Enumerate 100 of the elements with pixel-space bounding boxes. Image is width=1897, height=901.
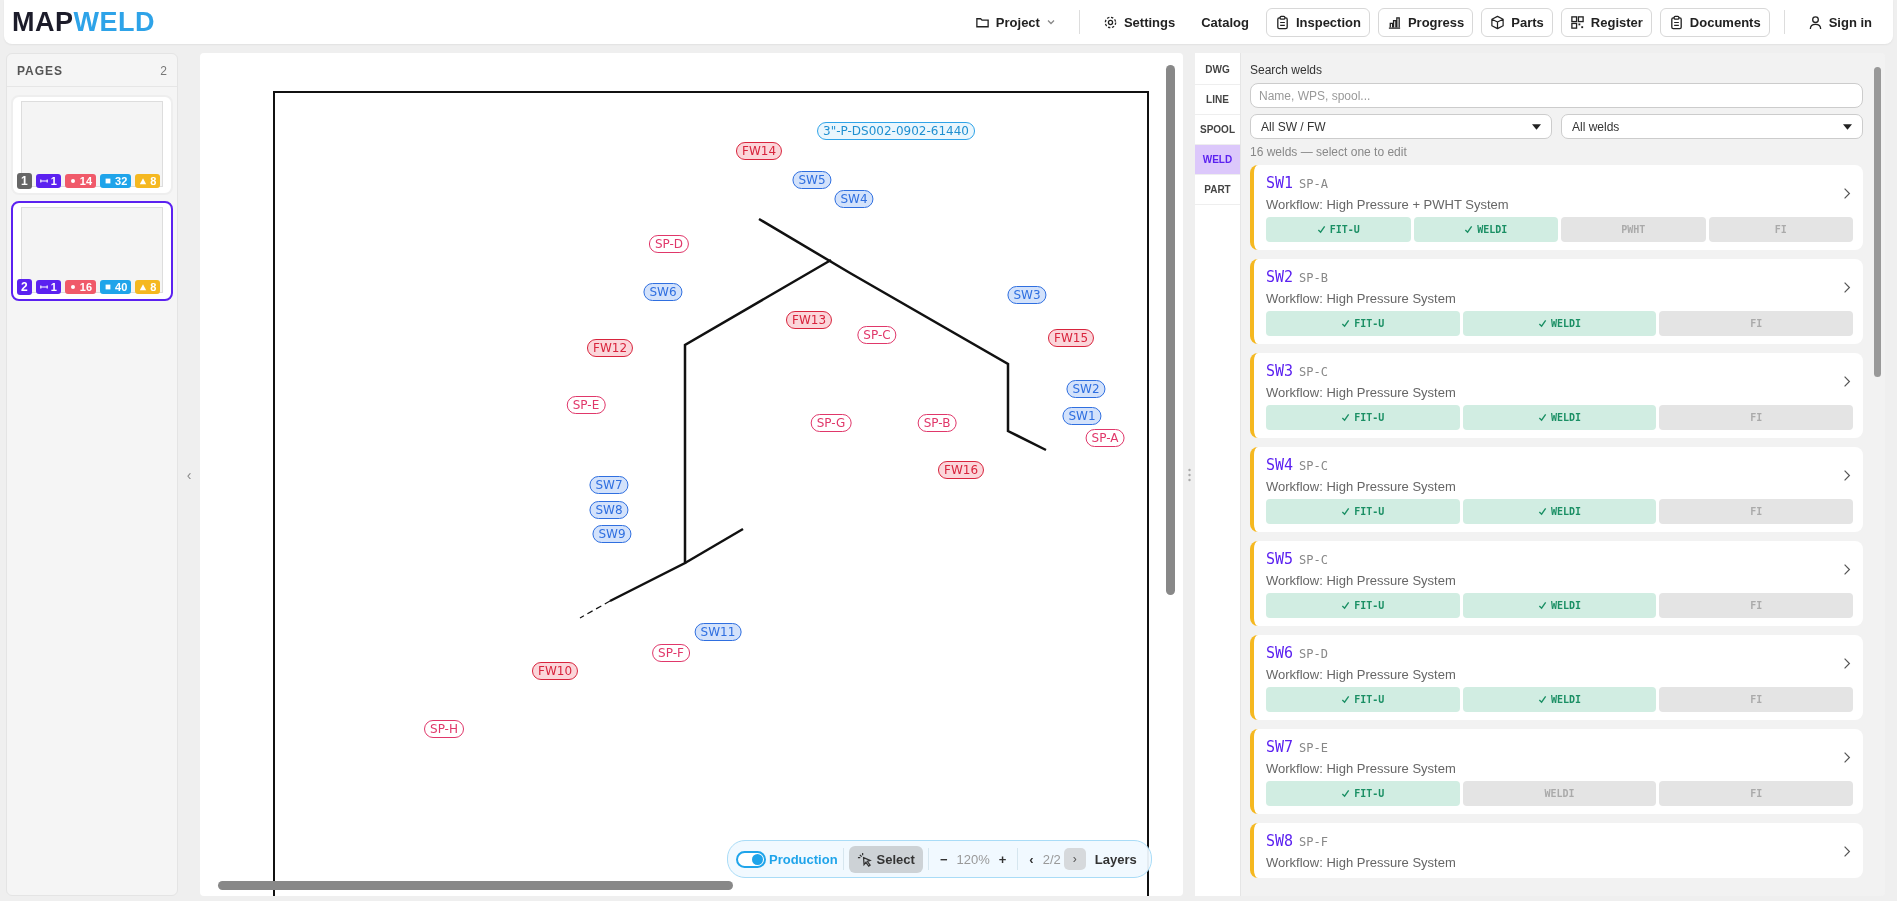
check-icon [1537, 601, 1547, 610]
count-badge: 1 [35, 174, 61, 188]
page-thumbnail[interactable]: 1 1 14 32 8 [11, 95, 173, 195]
check-icon [1341, 413, 1351, 422]
spool-name: SP-C [1299, 553, 1328, 567]
nav-button[interactable]: Parts [1481, 7, 1553, 37]
weld-marker[interactable]: SW2 [1066, 380, 1106, 398]
drag-handle-icon[interactable] [1187, 467, 1191, 482]
weld-card[interactable]: SW7 SP-E Workflow: High Pressure System FIT-U WELDI FI [1250, 729, 1863, 814]
weld-marker[interactable]: SP-D [648, 235, 690, 253]
check-icon [1537, 413, 1547, 422]
count-badge: 1 [35, 280, 61, 294]
ruler-icon [39, 283, 48, 291]
workflow-text: Workflow: High Pressure + PWHT System [1266, 197, 1510, 212]
weld-card[interactable]: SW4 SP-C Workflow: High Pressure System FIT-U WELDI FI [1250, 447, 1863, 532]
workflow-step: FIT-U [1266, 405, 1460, 430]
check-icon [1341, 695, 1351, 704]
count-badge: 32 [100, 174, 132, 188]
chevron-right-icon [1843, 280, 1851, 294]
check-icon [1537, 695, 1547, 704]
weld-marker[interactable]: FW16 [938, 461, 984, 479]
filter-dropdown[interactable]: All SW / FW [1250, 114, 1552, 139]
weld-marker[interactable]: SW7 [589, 476, 629, 494]
zoom-out-button[interactable]: − [933, 849, 954, 869]
panel-tab[interactable]: PART [1195, 175, 1240, 205]
person-icon [1807, 14, 1823, 30]
workflow-step: WELDI [1462, 499, 1657, 524]
workflow-text: Workflow: High Pressure System [1266, 761, 1457, 776]
weld-marker[interactable]: SW6 [643, 283, 683, 301]
workflow-step: WELDI [1413, 217, 1558, 242]
page-number: 2 [17, 279, 32, 295]
filter-dropdown[interactable]: All welds [1561, 114, 1863, 139]
count-badge: 40 [100, 280, 132, 294]
page-count: 2 [160, 64, 167, 78]
weld-marker[interactable]: SP-G [810, 414, 852, 432]
weld-marker[interactable]: SP-H [424, 720, 464, 738]
weld-name: SW7 [1266, 738, 1294, 756]
weld-card[interactable]: SW6 SP-D Workflow: High Pressure System FIT-U WELDI FI [1250, 635, 1863, 720]
layers-button[interactable]: Layers [1088, 849, 1143, 869]
weld-name: SW3 [1266, 362, 1294, 380]
weld-marker[interactable]: SW1 [1062, 407, 1102, 425]
weld-marker[interactable]: FW13 [786, 311, 832, 329]
weld-marker[interactable]: SP-E [566, 396, 606, 414]
caret-icon [1532, 123, 1541, 130]
weld-marker[interactable]: FW10 [532, 662, 578, 680]
weld-marker[interactable]: FW12 [587, 339, 633, 357]
weld-marker[interactable]: SW5 [792, 171, 832, 189]
panel-tab[interactable]: LINE [1195, 85, 1240, 115]
weld-marker[interactable]: SW8 [589, 501, 629, 519]
weld-marker[interactable]: SP-C [857, 326, 897, 344]
weld-marker[interactable]: SW3 [1007, 286, 1047, 304]
weld-marker[interactable]: SP-F [652, 644, 690, 662]
weld-marker[interactable]: FW15 [1048, 329, 1094, 347]
zoom-in-button[interactable]: + [992, 849, 1013, 869]
weld-card[interactable]: SW5 SP-C Workflow: High Pressure System FIT-U WELDI FI [1250, 541, 1863, 626]
select-tool-button[interactable]: Select [848, 845, 923, 873]
check-icon [1341, 319, 1351, 328]
weld-marker[interactable]: SW9 [592, 525, 632, 543]
nav-button[interactable]: Settings [1093, 7, 1185, 37]
workflow-step: FIT-U [1266, 593, 1460, 618]
weld-name: SW1 [1266, 174, 1294, 192]
search-field[interactable]: Name, WPS, spool... [1250, 83, 1863, 108]
nav-button[interactable]: Inspection [1265, 7, 1370, 37]
weld-marker[interactable]: SP-B [917, 414, 957, 432]
weld-name: SW8 [1266, 832, 1294, 850]
workflow-step: WELDI [1462, 311, 1657, 336]
nav-button[interactable]: Documents [1659, 7, 1770, 37]
weld-card[interactable]: SW3 SP-C Workflow: High Pressure System FIT-U WELDI FI [1250, 353, 1863, 438]
workflow-step: FI [1659, 687, 1853, 712]
chevron-right-icon [1843, 562, 1851, 576]
nav-button[interactable]: Project [965, 7, 1065, 37]
weld-card[interactable]: SW1 SP-A Workflow: High Pressure + PWHT System FIT-U WELDI PWHT FI [1250, 165, 1863, 250]
page-thumbnail[interactable]: 2 1 16 40 8 [11, 201, 173, 301]
chevron-right-icon [1843, 750, 1851, 764]
weld-marker[interactable]: SP-A [1085, 429, 1125, 447]
nav-button[interactable]: Progress [1377, 7, 1474, 37]
workflow-step: FIT-U [1266, 311, 1460, 336]
clipboard-icon [1274, 14, 1290, 30]
chevron-right-icon [1843, 844, 1851, 858]
panel-tab[interactable]: WELD [1195, 145, 1240, 175]
workflow-text: Workflow: High Pressure System [1266, 855, 1457, 870]
toggle-label: Production [769, 851, 838, 867]
weld-card[interactable]: SW8 SP-F Workflow: High Pressure System [1250, 823, 1863, 878]
count-badge: 8 [135, 174, 161, 188]
count-badge: 16 [64, 280, 97, 294]
previous-page-button[interactable]: ‹ [1023, 849, 1040, 869]
weld-card[interactable]: SW2 SP-B Workflow: High Pressure System FIT-U WELDI FI [1250, 259, 1863, 344]
caret-icon [1843, 123, 1852, 130]
spool-name: SP-C [1299, 459, 1328, 473]
grid-icon [1569, 14, 1585, 30]
weld-marker[interactable]: SW11 [694, 623, 742, 641]
workflow-step: FIT-U [1266, 499, 1460, 524]
nav-button[interactable]: Catalog [1192, 7, 1258, 37]
nav-button[interactable]: Sign in [1798, 7, 1881, 37]
panel-tab[interactable]: DWG [1195, 55, 1240, 85]
nav-button[interactable]: Register [1560, 7, 1652, 37]
weld-marker[interactable]: SW4 [834, 190, 874, 208]
check-icon [1316, 225, 1326, 234]
weld-marker[interactable]: FW14 [736, 142, 782, 160]
toggle-switch[interactable] [736, 850, 766, 868]
